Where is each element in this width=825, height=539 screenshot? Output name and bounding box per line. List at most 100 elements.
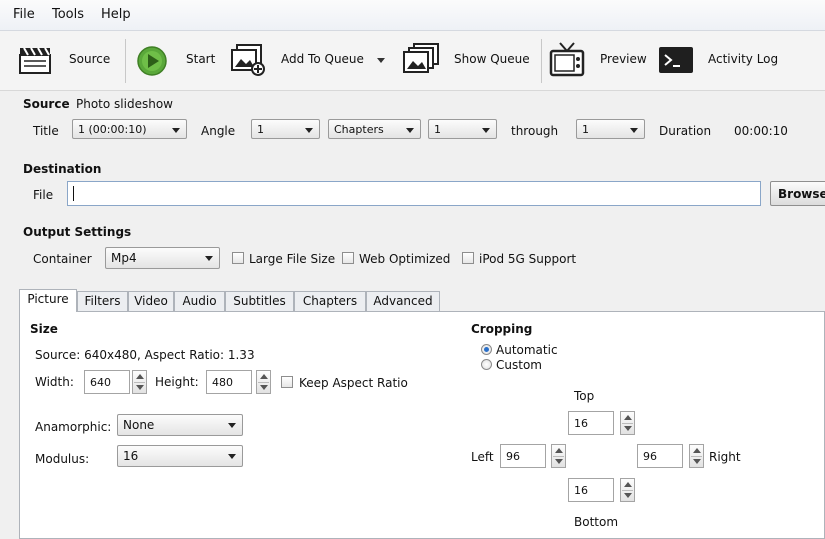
play-icon[interactable] — [136, 45, 168, 77]
range-end-value: 1 — [582, 123, 589, 136]
left-label: Left — [471, 450, 494, 464]
bottom-label: Bottom — [574, 515, 619, 529]
range-mode-select[interactable]: Chapters — [328, 119, 421, 139]
width-stepper[interactable] — [132, 370, 147, 394]
crop-bottom-stepper[interactable] — [620, 478, 635, 502]
menu-tools[interactable]: Tools — [52, 7, 84, 22]
chevron-down-icon — [172, 128, 180, 133]
modulus-value: 16 — [123, 449, 139, 463]
browse-button[interactable]: Browse — [770, 181, 825, 206]
width-input[interactable]: 640 — [84, 370, 130, 394]
modulus-label: Modulus: — [35, 452, 90, 466]
tab-filters[interactable]: Filters — [77, 291, 128, 311]
chevron-down-icon — [406, 128, 414, 133]
clapperboard-icon[interactable] — [18, 45, 52, 75]
toolbar-divider — [541, 39, 542, 83]
browse-label: Browse — [778, 187, 825, 201]
top-label: Top — [574, 389, 595, 403]
keep-aspect-checkbox[interactable] — [281, 376, 293, 388]
chevron-down-icon — [228, 423, 236, 428]
crop-right-value: 96 — [643, 450, 657, 463]
automatic-radio[interactable] — [481, 344, 492, 355]
height-stepper[interactable] — [256, 370, 271, 394]
tab-picture[interactable]: Picture — [19, 289, 77, 312]
right-label: Right — [709, 450, 741, 464]
tab-advanced[interactable]: Advanced — [366, 291, 440, 311]
container-label: Container — [33, 252, 92, 266]
container-value: Mp4 — [111, 251, 137, 265]
chevron-down-icon — [228, 454, 236, 459]
custom-label: Custom — [496, 358, 542, 372]
crop-top-stepper[interactable] — [620, 411, 635, 435]
show-queue-icon[interactable] — [401, 42, 441, 76]
tab-video[interactable]: Video — [128, 291, 174, 311]
preview-button[interactable]: Preview — [600, 52, 647, 66]
angle-label: Angle — [201, 124, 236, 138]
range-start-value: 1 — [434, 123, 441, 136]
large-file-checkbox[interactable] — [232, 252, 244, 264]
toolbar-divider — [125, 39, 126, 83]
crop-bottom-value: 16 — [574, 484, 588, 497]
angle-value: 1 — [257, 123, 264, 136]
height-value: 480 — [212, 376, 233, 389]
tv-icon[interactable] — [549, 40, 585, 78]
destination-heading: Destination — [23, 162, 102, 176]
anamorphic-label: Anamorphic: — [35, 420, 112, 434]
ipod-checkbox[interactable] — [462, 252, 474, 264]
terminal-icon[interactable] — [658, 46, 694, 74]
title-select[interactable]: 1 (00:00:10) — [72, 119, 187, 139]
tab-audio[interactable]: Audio — [174, 291, 225, 311]
height-label: Height: — [155, 375, 199, 389]
web-optimized-checkbox[interactable] — [342, 252, 354, 264]
start-button[interactable]: Start — [186, 52, 215, 66]
cropping-heading: Cropping — [471, 322, 533, 336]
crop-left-value: 96 — [506, 450, 520, 463]
range-end-select[interactable]: 1 — [576, 119, 645, 139]
tab-subtitles[interactable]: Subtitles — [225, 291, 294, 311]
duration-value: 00:00:10 — [734, 124, 788, 138]
chevron-down-icon — [482, 128, 490, 133]
crop-left-input[interactable]: 96 — [500, 444, 546, 468]
crop-right-input[interactable]: 96 — [637, 444, 683, 468]
output-settings-heading: Output Settings — [23, 225, 132, 239]
show-queue-button[interactable]: Show Queue — [454, 52, 530, 66]
width-value: 640 — [90, 376, 111, 389]
automatic-label: Automatic — [496, 343, 558, 357]
crop-top-value: 16 — [574, 417, 588, 430]
file-path-input[interactable] — [67, 181, 761, 206]
chevron-down-icon[interactable] — [377, 58, 385, 63]
source-heading: Source — [23, 97, 70, 111]
range-start-select[interactable]: 1 — [428, 119, 497, 139]
source-info: Source: 640x480, Aspect Ratio: 1.33 — [35, 348, 255, 362]
container-select[interactable]: Mp4 — [105, 247, 220, 269]
add-to-queue-button[interactable]: Add To Queue — [281, 52, 364, 66]
size-heading: Size — [30, 322, 58, 336]
source-button[interactable]: Source — [69, 52, 110, 66]
web-optimized-label: Web Optimized — [359, 252, 451, 266]
title-value: 1 (00:00:10) — [78, 123, 147, 136]
chevron-down-icon — [205, 256, 213, 261]
crop-right-stepper[interactable] — [689, 444, 704, 468]
custom-radio[interactable] — [481, 359, 492, 370]
width-label: Width: — [35, 375, 74, 389]
anamorphic-select[interactable]: None — [117, 414, 243, 436]
activity-log-button[interactable]: Activity Log — [708, 52, 778, 66]
source-name: Photo slideshow — [76, 97, 173, 111]
crop-left-stepper[interactable] — [551, 444, 566, 468]
crop-bottom-input[interactable]: 16 — [568, 478, 614, 502]
file-label: File — [33, 188, 54, 202]
angle-select[interactable]: 1 — [251, 119, 320, 139]
text-cursor — [73, 186, 74, 201]
anamorphic-value: None — [123, 418, 155, 432]
menu-file[interactable]: File — [13, 7, 35, 22]
crop-top-input[interactable]: 16 — [568, 411, 614, 435]
menu-help[interactable]: Help — [101, 7, 131, 22]
keep-aspect-label: Keep Aspect Ratio — [299, 376, 408, 390]
through-label: through — [511, 124, 559, 138]
tab-chapters[interactable]: Chapters — [294, 291, 366, 311]
add-to-queue-icon[interactable] — [229, 43, 269, 77]
modulus-select[interactable]: 16 — [117, 445, 243, 467]
range-mode-value: Chapters — [334, 123, 384, 136]
height-input[interactable]: 480 — [206, 370, 252, 394]
large-file-label: Large File Size — [249, 252, 336, 266]
